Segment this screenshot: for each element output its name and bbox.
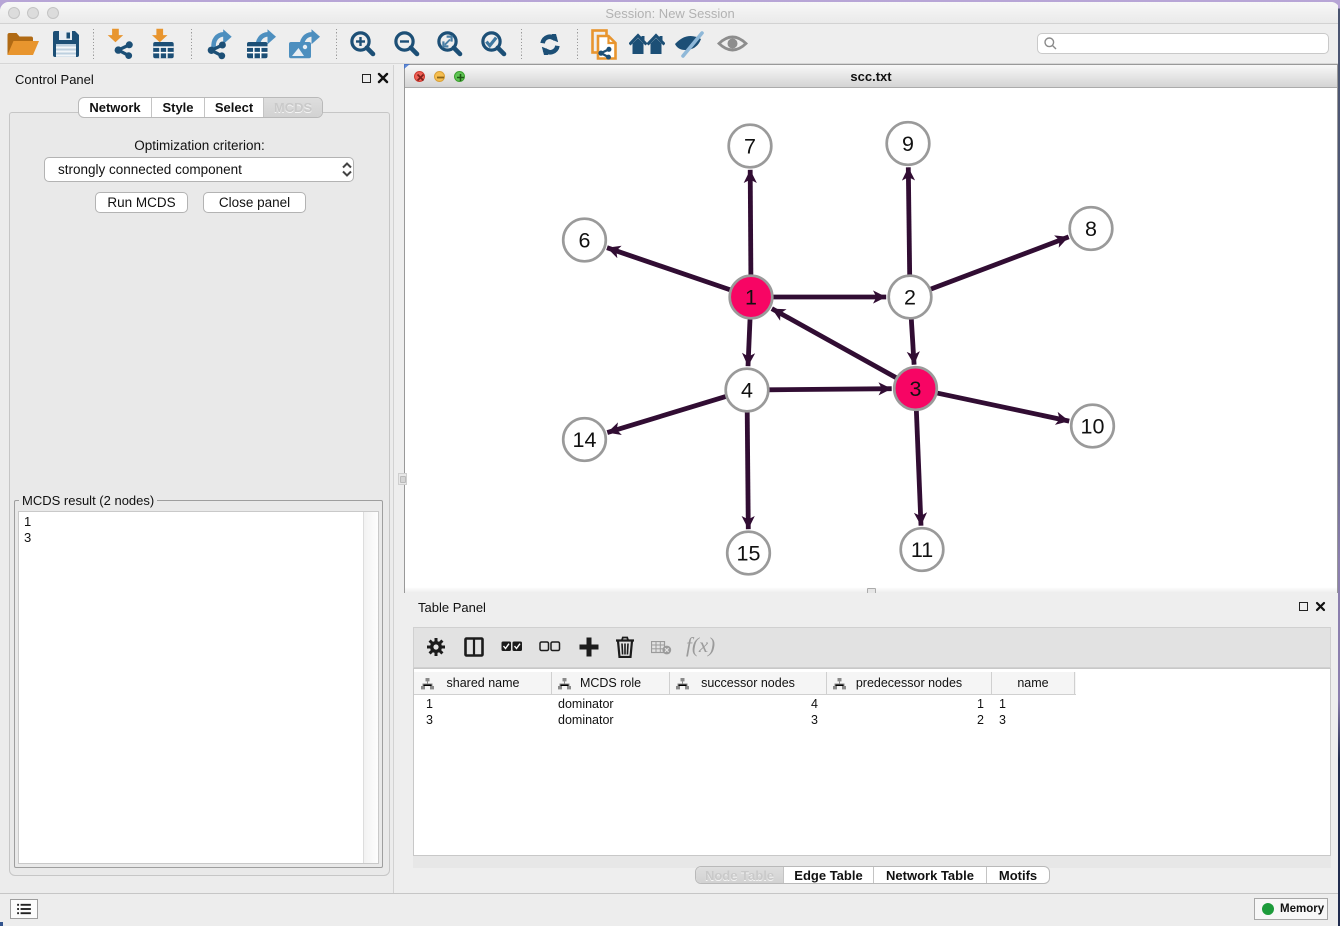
svg-text:4: 4 <box>741 379 753 403</box>
svg-text:11: 11 <box>911 538 933 562</box>
svg-text:10: 10 <box>1081 415 1105 439</box>
svg-text:1: 1 <box>745 286 757 310</box>
svg-text:6: 6 <box>579 229 591 253</box>
svg-text:8: 8 <box>1085 217 1097 241</box>
svg-text:9: 9 <box>902 132 914 156</box>
svg-text:14: 14 <box>573 428 597 452</box>
svg-text:2: 2 <box>904 286 916 310</box>
svg-text:7: 7 <box>744 135 756 159</box>
svg-text:3: 3 <box>910 377 922 401</box>
svg-text:15: 15 <box>737 542 761 566</box>
